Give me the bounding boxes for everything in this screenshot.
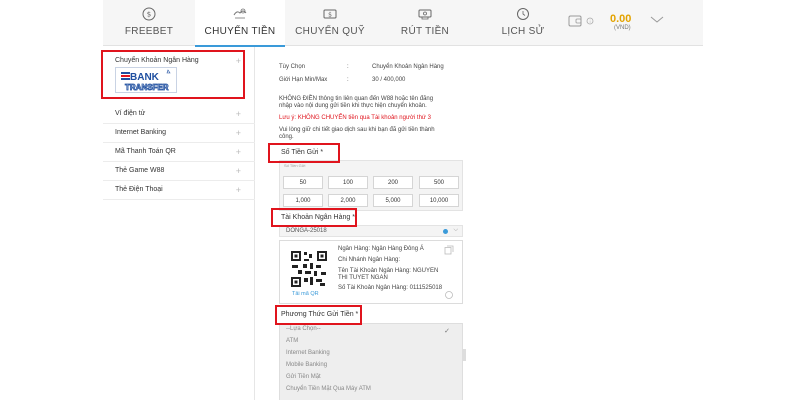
svg-text:$: $ [147,11,151,19]
plus-icon: + [235,166,241,176]
sidebar-item-phone-card[interactable]: Thẻ Điện Thoại + [103,181,255,200]
amount-hint: Số Tiền Gửi [284,163,306,168]
chevron-down-icon: ⌵ [453,227,458,233]
copy-icon[interactable] [444,290,454,300]
copy-icon[interactable] [444,245,454,255]
amount-button-200[interactable]: 200 [373,176,413,189]
sidebar-item-label: Thẻ Điện Thoại [115,186,163,193]
amount-selector: Số Tiền Gửi 50 100 200 500 1,000 2,000 5… [279,160,463,211]
sidebar-item-e-wallet[interactable]: Ví điện tử + [103,105,255,124]
tab-chuyen-tien[interactable]: CHUYỂN TIỀN [195,0,285,47]
limit-colon: : [347,77,349,83]
wallet-icon: i [568,15,594,27]
sidebar-item-label: Mã Thanh Toán QR [115,148,176,155]
tab-lich-su-label: LỊCH SỬ [501,26,545,37]
payment-method-sidebar: Chuyển Khoản Ngân Hàng + BANK TRANSFER V… [103,47,255,400]
option-value: Chuyển Khoản Ngân Hàng [372,64,444,70]
tab-rut-tien[interactable]: RÚT TIỀN [375,0,475,46]
amount-button-50[interactable]: 50 [283,176,323,189]
chevron-down-icon[interactable] [650,16,664,24]
keep-details-text: Vui lòng giữ chi tiết giao dịch sau khi … [279,127,457,141]
highlight-box-deposit-method [275,305,362,325]
status-dot-icon [443,229,448,234]
dropdown-scrollbar[interactable] [462,349,466,361]
amount-button-2000[interactable]: 2,000 [328,194,368,207]
tab-chuyen-quy-label: CHUYỂN QUỸ [295,26,365,37]
plus-icon: + [235,109,241,119]
highlight-box-amount [268,143,340,163]
tab-rut-tien-label: RÚT TIỀN [400,26,450,37]
fund-transfer-icon: $ [323,9,337,19]
limit-key: Giới Hạn Min/Max [279,77,328,83]
method-option-atm-cash-transfer[interactable]: Chuyển Tiền Mặt Qua Máy ATM [286,386,371,392]
sidebar-item-game-card[interactable]: Thẻ Game W88 + [103,162,255,181]
amount-button-1000[interactable]: 1,000 [283,194,323,207]
account-holder-line-2: THI TUYET NGAN [338,275,388,281]
tab-freebet[interactable]: $ FREEBET [103,0,195,46]
history-clock-icon [517,8,529,20]
sidebar-item-internet-banking[interactable]: Internet Banking + [103,124,255,143]
option-key: Tùy Chọn [279,64,306,70]
bank-branch-text: Chi Nhánh Ngân Hàng: [338,257,401,263]
sidebar-item-label: Internet Banking [115,129,166,136]
svg-text:$: $ [328,12,332,19]
bank-details-card: Tải mã QR Ngân Hàng: Ngân Hàng Đông Á Ch… [279,240,463,304]
plus-icon: + [235,147,241,157]
amount-button-5000[interactable]: 5,000 [373,194,413,207]
sidebar-item-label: Thẻ Game W88 [115,167,165,174]
notice-text: KHÔNG ĐIỀN thông tin liên quan đến W88 h… [279,96,457,110]
warning-text: Lưu ý: KHÔNG CHUYỂN tiền qua Tài khoản n… [279,115,431,121]
keep-line-1: Vui lòng giữ chi tiết giao dịch sau khi … [279,127,435,133]
notice-line-1: KHÔNG ĐIỀN thông tin liên quan đến W88 h… [279,96,434,102]
tab-freebet-label: FREEBET [124,26,174,37]
withdraw-icon [418,9,432,20]
money-transfer-icon [233,8,247,19]
qr-code-icon[interactable] [290,250,328,288]
deposit-method-dropdown[interactable]: --Lựa Chọn-- ✓ ATM Internet Banking Mobi… [279,323,463,400]
method-option-internet-banking[interactable]: Internet Banking [286,350,330,356]
gift-coin-icon: $ [142,7,156,21]
download-qr-link[interactable]: Tải mã QR [292,291,319,297]
sidebar-item-label: Ví điện tử [115,110,146,117]
plus-icon: + [235,128,241,138]
tab-lich-su[interactable]: LỊCH SỬ [475,0,571,46]
tab-chuyen-quy[interactable]: $ CHUYỂN QUỸ [285,0,375,46]
bank-account-value: DONGA-25018 [286,228,327,234]
wallet-currency: (VND) [614,25,631,31]
method-option-atm[interactable]: ATM [286,338,298,344]
account-number-text: Số Tài Khoản Ngân Hàng: 0111525018 [338,285,443,291]
amount-button-500[interactable]: 500 [419,176,459,189]
amount-button-10000[interactable]: 10,000 [419,194,459,207]
keep-line-2: công. [279,134,294,140]
sidebar-item-qr-payment[interactable]: Mã Thanh Toán QR + [103,143,255,162]
plus-icon: + [235,185,241,195]
amount-button-100[interactable]: 100 [328,176,368,189]
highlight-box-bank-transfer [101,50,245,99]
notice-line-2: nhập vào nội dung gửi tiền khi thực hiện… [279,103,427,109]
method-option-mobile-banking[interactable]: Mobile Banking [286,362,327,368]
bank-name-text: Ngân Hàng: Ngân Hàng Đông Á [338,246,424,252]
svg-text:i: i [589,19,590,24]
wallet-balance[interactable]: i 0.00 (VND) [568,10,708,36]
tab-chuyen-tien-label: CHUYỂN TIỀN [204,26,276,37]
account-holder-line-1: Tên Tài Khoản Ngân Hàng: NGUYEN [338,268,439,274]
highlight-box-bank-account [271,208,357,227]
check-icon: ✓ [444,328,450,335]
limit-value: 30 / 400,000 [372,77,406,83]
method-option-cash-deposit[interactable]: Gửi Tiền Mặt [286,374,321,380]
option-colon: : [347,64,349,70]
method-option-placeholder[interactable]: --Lựa Chọn-- [286,326,321,332]
wallet-amount: 0.00 [610,13,632,25]
